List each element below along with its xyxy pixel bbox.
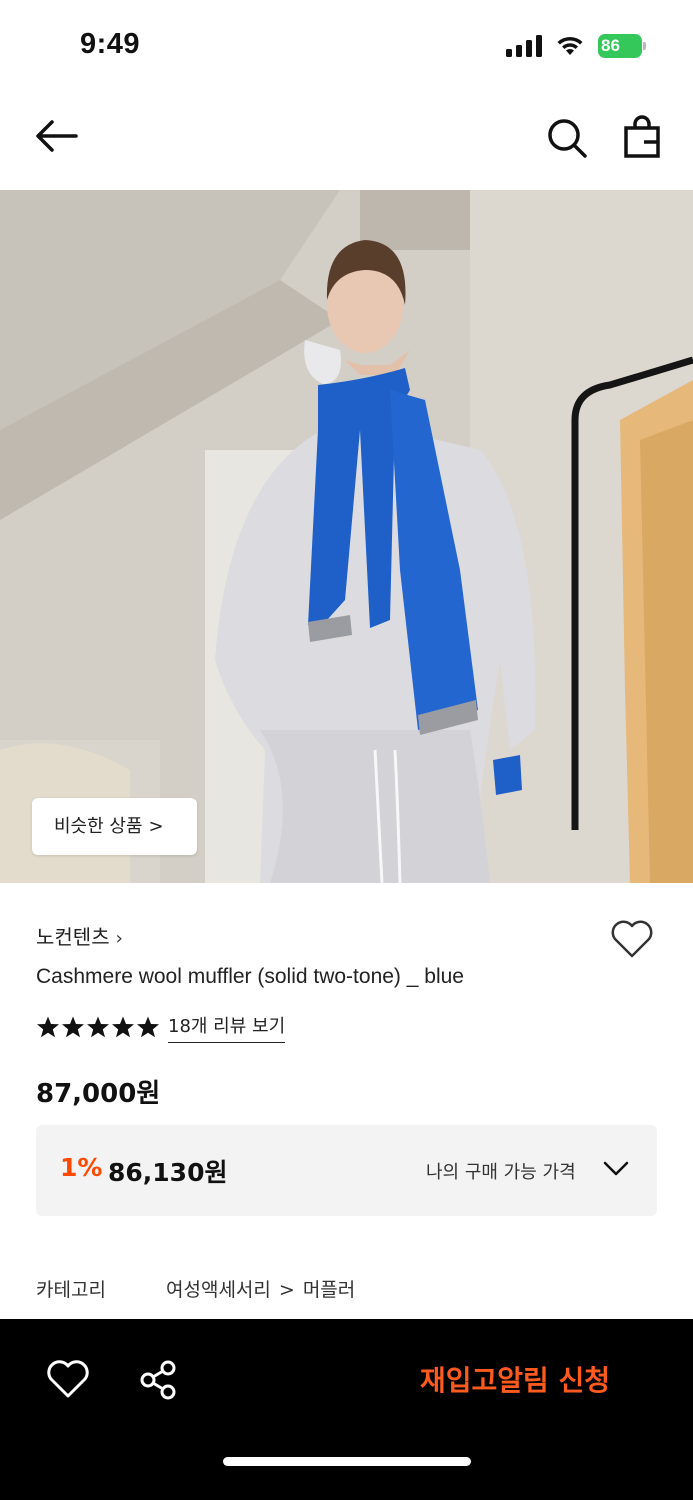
similar-products-label: 비슷한 상품 — [54, 816, 143, 837]
product-image[interactable]: 비슷한 상품 > — [0, 190, 693, 883]
search-icon[interactable] — [545, 116, 589, 160]
product-photo — [0, 190, 693, 883]
category-item[interactable]: 여성액세서리 — [166, 1279, 271, 1301]
wifi-icon — [557, 36, 583, 55]
category-breadcrumb: 여성액세서리 > 머플러 — [166, 1275, 355, 1302]
star-icon — [112, 1016, 134, 1038]
discount-price: 86,130원 — [108, 1158, 228, 1187]
star-icon — [37, 1016, 59, 1038]
share-icon[interactable] — [138, 1359, 180, 1401]
rating-stars — [36, 1015, 160, 1039]
chevron-right-icon: > — [148, 816, 164, 837]
product-title: Cashmere wool muffler (solid two-tone) _… — [36, 965, 464, 988]
star-icon — [62, 1016, 84, 1038]
status-time: 9:49 — [80, 28, 141, 60]
heart-icon[interactable] — [610, 919, 654, 959]
review-link[interactable]: 18개 리뷰 보기 — [168, 1012, 286, 1043]
category-label: 카테고리 — [36, 1279, 106, 1301]
purchasable-price-box[interactable]: 1% 86,130원 나의 구매 가능 가격 — [36, 1125, 657, 1216]
chevron-right-icon: > — [278, 1279, 295, 1301]
home-indicator[interactable] — [223, 1457, 471, 1466]
cellular-signal-icon — [506, 35, 542, 57]
shopping-bag-icon[interactable] — [620, 114, 664, 160]
similar-products-button[interactable]: 비슷한 상품 > — [32, 798, 197, 855]
restock-alert-button[interactable]: 재입고알림 신청 — [420, 1359, 610, 1399]
chevron-down-icon[interactable] — [602, 1159, 630, 1179]
purchasable-price-label: 나의 구매 가능 가격 — [426, 1162, 576, 1183]
product-price: 87,000원 — [36, 1079, 161, 1109]
discount-rate: 1% — [60, 1153, 103, 1182]
bottom-action-bar: 재입고알림 신청 — [0, 1319, 693, 1500]
product-info: 노컨텐츠 › Cashmere wool muffler (solid two-t… — [0, 883, 693, 1319]
battery-tip — [643, 42, 646, 50]
status-bar: 9:49 86 — [0, 0, 693, 90]
brand-name: 노컨텐츠 — [36, 925, 110, 949]
back-arrow-icon[interactable] — [32, 116, 80, 156]
star-icon — [137, 1016, 159, 1038]
rating-row: 18개 리뷰 보기 — [36, 1012, 286, 1043]
chevron-right-icon: › — [115, 928, 123, 949]
star-icon — [87, 1016, 109, 1038]
heart-icon[interactable] — [46, 1359, 90, 1399]
category-item[interactable]: 머플러 — [303, 1279, 355, 1301]
brand-link[interactable]: 노컨텐츠 › — [36, 921, 123, 950]
battery-level: 86 — [598, 34, 642, 58]
battery-icon: 86 — [598, 34, 646, 58]
top-nav — [0, 90, 693, 190]
